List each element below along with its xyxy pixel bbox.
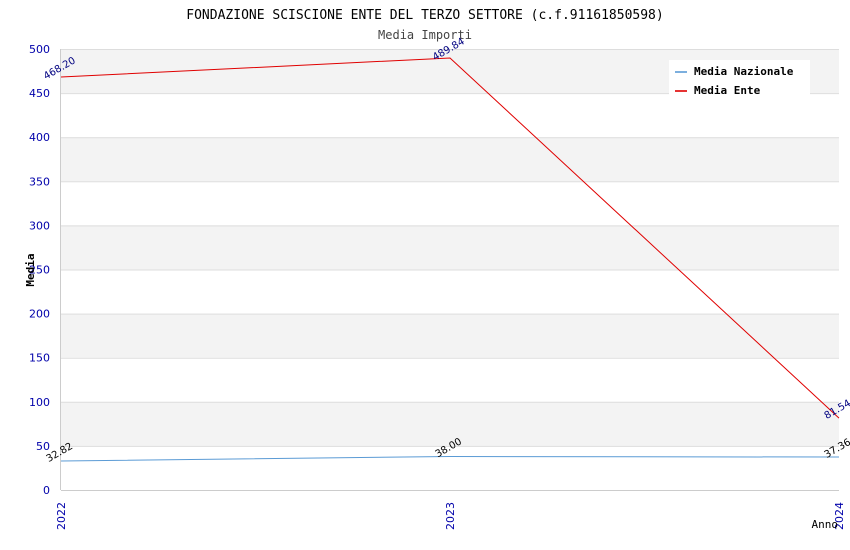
plot-band: [61, 313, 839, 358]
x-axis-ticks: 2022 2023 2024: [55, 502, 846, 530]
legend-label-media-nazionale: Media Nazionale: [694, 65, 794, 78]
y-tick-label: 50: [36, 440, 50, 453]
y-tick-label: 300: [29, 219, 50, 232]
x-tick-label: 2023: [444, 502, 457, 530]
line-chart: 050100150200250300350400450500 2022 2023 2…: [24, 8, 850, 531]
legend: Media Nazionale Media Ente: [669, 60, 810, 97]
y-tick-label: 200: [29, 308, 50, 321]
y-tick-label: 100: [29, 396, 50, 409]
x-tick-label: 2022: [55, 502, 68, 530]
x-axis-label: Anno: [812, 518, 839, 531]
y-tick-label: 0: [43, 484, 50, 497]
chart-title: FONDAZIONE SCISCIONE ENTE DEL TERZO SETT…: [186, 8, 663, 23]
plot-band: [61, 401, 839, 446]
y-axis-label: Media: [24, 253, 37, 286]
chart-subtitle: Media Importi: [378, 28, 472, 42]
y-tick-label: 450: [29, 87, 50, 100]
plot-band: [61, 137, 839, 182]
plot-background-bands: [61, 49, 839, 446]
y-tick-label: 500: [29, 43, 50, 56]
y-tick-label: 150: [29, 352, 50, 365]
legend-label-media-ente: Media Ente: [694, 84, 761, 97]
plot-band: [61, 225, 839, 270]
series-line: [60, 455, 840, 462]
y-tick-label: 350: [29, 175, 50, 188]
y-tick-label: 400: [29, 131, 50, 144]
